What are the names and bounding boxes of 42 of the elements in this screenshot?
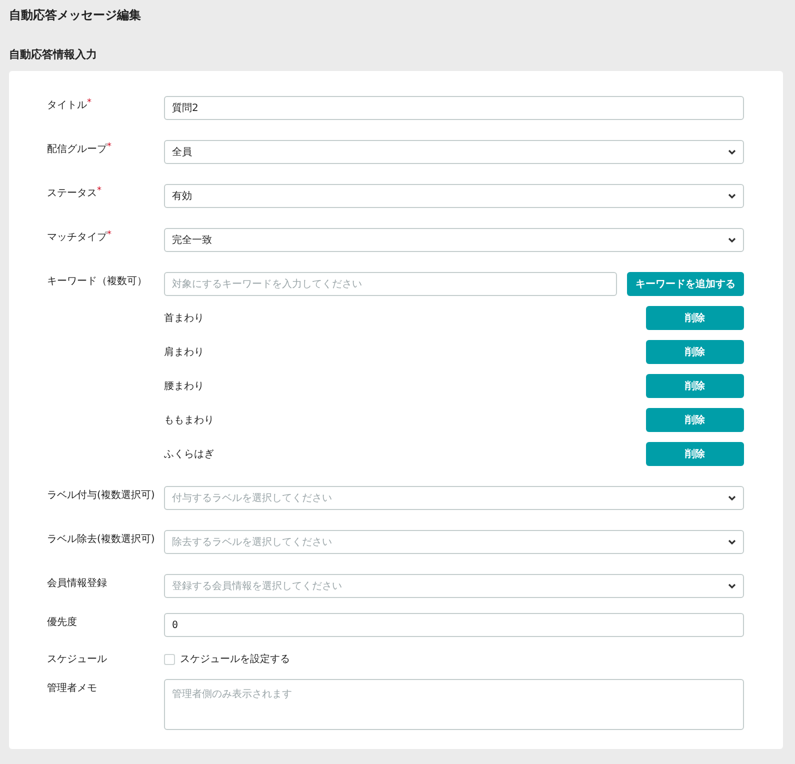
field-label: 優先度	[47, 616, 78, 630]
field-label: 会員情報登録	[47, 576, 108, 591]
select-field[interactable]: 全員	[164, 140, 744, 164]
select-field[interactable]: 除去するラベルを選択してください	[164, 530, 744, 554]
delete-button[interactable]: 削除	[646, 408, 744, 432]
select-field[interactable]: 有効	[164, 184, 744, 208]
chevron-down-icon	[728, 539, 736, 545]
keyword-text: 首まわり	[164, 312, 204, 325]
select-field[interactable]: 完全一致	[164, 228, 744, 252]
delete-button[interactable]: 削除	[646, 340, 744, 364]
select-field[interactable]: 登録する会員情報を選択してください	[164, 574, 744, 598]
field-label: スケジュール	[47, 653, 108, 667]
select-field[interactable]: 付与するラベルを選択してください	[164, 486, 744, 510]
keyword-text: 腰まわり	[164, 380, 204, 393]
checkbox[interactable]	[164, 654, 175, 664]
delete-button[interactable]: 削除	[646, 306, 744, 330]
field-label: タイトル*	[47, 97, 92, 113]
chevron-down-icon	[728, 495, 736, 501]
chevron-down-icon	[728, 193, 736, 199]
delete-button[interactable]: 削除	[646, 442, 744, 466]
chevron-down-icon	[728, 149, 736, 155]
field-label: ラベル除去(複数選択可)	[47, 532, 156, 547]
section-title: 自動応答情報入力	[9, 47, 98, 62]
memo-field[interactable]: 管理者側のみ表示されます	[164, 679, 744, 730]
field-label: ラベル付与(複数選択可)	[47, 488, 156, 503]
field-label: キーワード（複数可）	[47, 274, 148, 289]
page-title: 自動応答メッセージ編集	[9, 7, 142, 23]
keyword-text: ふくらはぎ	[164, 448, 214, 461]
checkbox-label[interactable]: スケジュールを設定する	[180, 652, 290, 666]
field-label: マッチタイプ*	[47, 229, 112, 245]
field-label: 配信グループ*	[47, 141, 112, 157]
keyword-text: ももまわり	[164, 414, 214, 427]
keyword-field[interactable]: 対象にするキーワードを入力してください	[164, 272, 617, 296]
chevron-down-icon	[728, 583, 736, 589]
add-keyword-button[interactable]: キーワードを追加する	[627, 272, 744, 296]
delete-button[interactable]: 削除	[646, 374, 744, 398]
keyword-text: 肩まわり	[164, 346, 204, 359]
text-field[interactable]: 0	[164, 613, 744, 637]
text-field[interactable]: 質問2	[164, 96, 744, 120]
field-label: 管理者メモ	[47, 682, 98, 696]
chevron-down-icon	[728, 237, 736, 243]
field-label: ステータス*	[47, 185, 102, 201]
